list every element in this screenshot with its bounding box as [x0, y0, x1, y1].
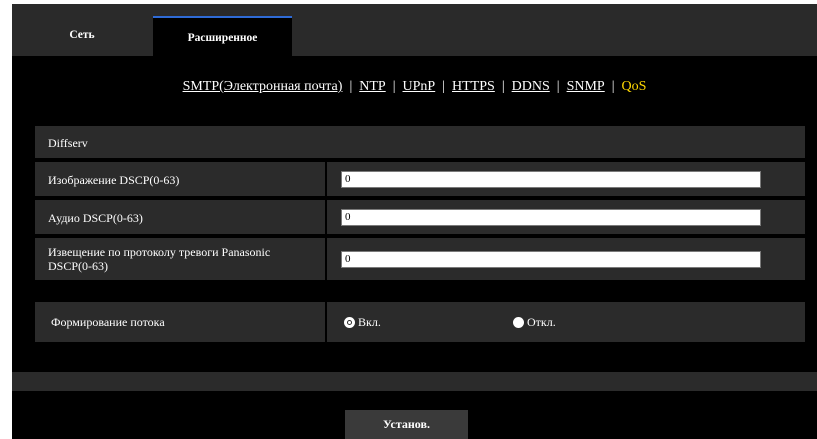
alarm-dscp-row: Извещение по протоколу тревоги Panasonic…: [35, 238, 805, 280]
tab-advanced[interactable]: Расширенное: [153, 16, 292, 58]
alarm-dscp-label: Извещение по протоколу тревоги Panasonic…: [48, 245, 270, 273]
shaping-row: Формирование потока Вкл. Откл.: [35, 302, 805, 342]
subnav-smtp[interactable]: SMTP(Электронная почта): [183, 79, 343, 94]
separator-bar: [12, 372, 817, 391]
set-button[interactable]: Установ.: [345, 410, 468, 439]
image-dscp-input[interactable]: 0: [341, 171, 761, 188]
diffserv-header: Diffserv: [35, 126, 805, 158]
row-divider: [325, 200, 327, 234]
row-divider: [325, 238, 327, 280]
subnav-upnp[interactable]: UPnP: [403, 79, 436, 94]
row-divider: [325, 302, 327, 342]
subnav-separator: |: [501, 79, 505, 94]
alarm-dscp-input[interactable]: 0: [341, 251, 761, 268]
row-divider: [325, 162, 327, 196]
subnav-separator: |: [611, 79, 615, 94]
settings-frame: Сеть Расширенное SMTP(Электронная почта)…: [12, 4, 817, 439]
subnav-separator: |: [442, 79, 446, 94]
shaping-on-label: Вкл.: [358, 315, 381, 329]
subnav-snmp[interactable]: SNMP: [567, 79, 605, 94]
subnav-separator: |: [556, 79, 560, 94]
subnav-https[interactable]: HTTPS: [452, 79, 495, 94]
tab-bar: Сеть Расширенное: [12, 4, 817, 58]
audio-dscp-label: Аудио DSCP(0-63): [48, 211, 143, 225]
shaping-on-radio[interactable]: Вкл.: [344, 315, 381, 330]
alarm-dscp-label-line1: Извещение по протоколу тревоги Panasonic: [48, 245, 271, 259]
audio-dscp-input[interactable]: 0: [341, 209, 761, 226]
alarm-dscp-label-line2: DSCP(0-63): [48, 259, 109, 273]
shaping-off-radio[interactable]: Откл.: [513, 315, 556, 330]
shaping-off-label: Откл.: [527, 315, 556, 329]
radio-selected-icon: [344, 317, 355, 328]
subnav: SMTP(Электронная почта) | NTP | UPnP | HTTPS | D…: [12, 79, 817, 95]
tab-network[interactable]: Сеть: [12, 14, 152, 56]
radio-unselected-icon: [513, 317, 524, 328]
subnav-separator: |: [349, 79, 353, 94]
audio-dscp-row: Аудио DSCP(0-63) 0: [35, 200, 805, 234]
shaping-label: Формирование потока: [51, 315, 165, 329]
subnav-ntp[interactable]: NTP: [359, 79, 385, 94]
image-dscp-label: Изображение DSCP(0-63): [48, 173, 180, 187]
subnav-separator: |: [392, 79, 396, 94]
subnav-qos[interactable]: QoS: [622, 79, 647, 94]
diffserv-title: Diffserv: [48, 136, 88, 150]
image-dscp-row: Изображение DSCP(0-63) 0: [35, 162, 805, 196]
subnav-ddns[interactable]: DDNS: [512, 79, 550, 94]
